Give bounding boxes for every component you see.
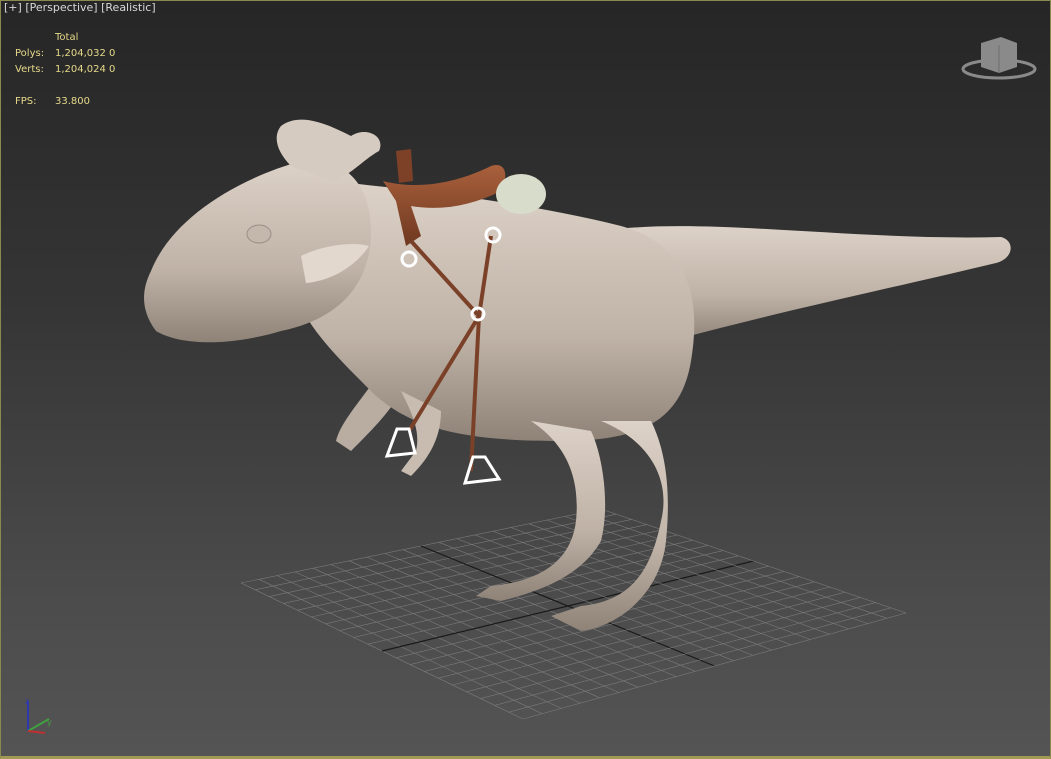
scene: z y xyxy=(25,119,1011,734)
verts-value: 1,204,024 xyxy=(55,64,106,75)
grid-line xyxy=(494,602,876,706)
fps-value: 33.800 xyxy=(55,96,90,107)
verts-label: Verts: xyxy=(15,64,44,75)
polys-selected: 0 xyxy=(109,48,116,59)
polys-value: 1,204,032 xyxy=(55,48,106,59)
grid-line xyxy=(480,597,861,699)
axis-z-label: z xyxy=(25,697,29,706)
axis-y-label: y xyxy=(47,718,52,727)
stats-header: Total xyxy=(55,32,79,43)
viewport-point-of-view-label[interactable]: [Perspective] xyxy=(25,1,97,14)
fps-label: FPS: xyxy=(15,96,37,107)
perspective-viewport[interactable]: z y [+] [Perspective] [Realistic] Total … xyxy=(0,0,1051,759)
verts-selected: 0 xyxy=(109,64,116,75)
viewport-labels: [+] [Perspective] [Realistic] xyxy=(4,1,156,14)
axis-tripod: z y xyxy=(25,697,52,734)
polys-label: Polys: xyxy=(15,48,45,59)
viewport-shading-label[interactable]: [Realistic] xyxy=(101,1,156,14)
viewport-menu-plus[interactable]: [+] xyxy=(4,1,22,14)
viewcube-icon[interactable] xyxy=(961,31,1037,81)
dinosaur-model[interactable] xyxy=(144,119,1011,631)
